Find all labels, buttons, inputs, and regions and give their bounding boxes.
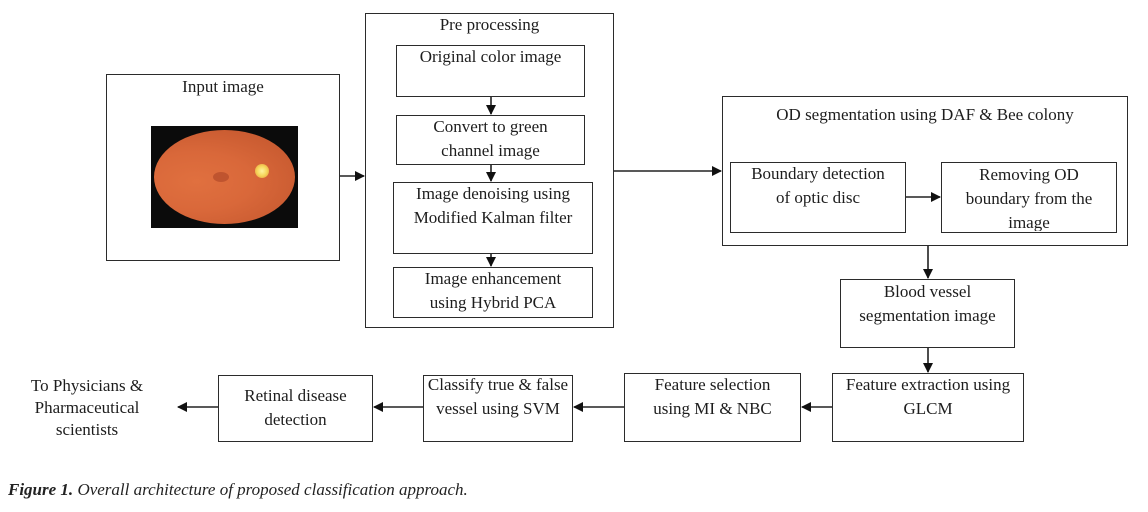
flow-arrows — [177, 97, 941, 412]
figure-label: Figure 1. — [8, 480, 74, 499]
figure-caption-text: Overall architecture of proposed classif… — [73, 480, 468, 499]
figure-caption: Figure 1. Overall architecture of propos… — [8, 480, 468, 500]
